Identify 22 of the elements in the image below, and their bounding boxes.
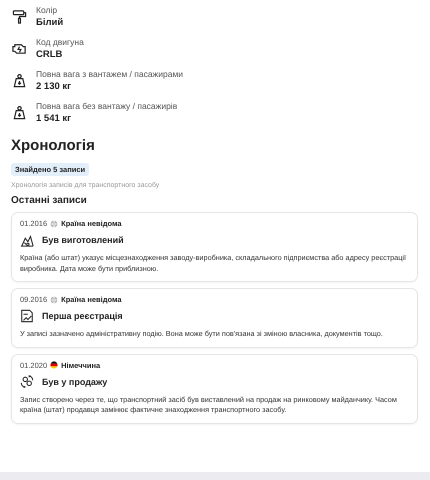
record-title: Був виготовлений [42,235,124,245]
exchange-icon [20,374,34,388]
weight-icon [12,104,27,120]
spec-value: Білий [36,16,64,28]
spec-label: Колір [36,4,58,16]
paint-roller-icon [12,8,27,24]
spec-value: CRLB [36,48,64,60]
spec-value: 1 541 кг [36,112,72,124]
globe-icon [50,296,58,304]
section-title: Хронологія [11,137,96,155]
spec-label: Повна вага з вантажем / пасажирами [36,68,184,80]
spec-label: Повна вага без вантажу / пасажирів [36,100,178,112]
record-title: Був у продажу [42,376,108,386]
globe-icon [50,220,58,228]
weight-icon [12,72,27,88]
spec-label: Код двигуна [36,36,84,48]
record-title: Перша реєстрація [42,311,123,321]
spec-value: 2 130 кг [36,80,72,92]
factory-icon [20,233,34,247]
document-icon [20,309,34,323]
subsection-title: Останні записи [11,195,88,206]
flag-icon [50,361,58,369]
